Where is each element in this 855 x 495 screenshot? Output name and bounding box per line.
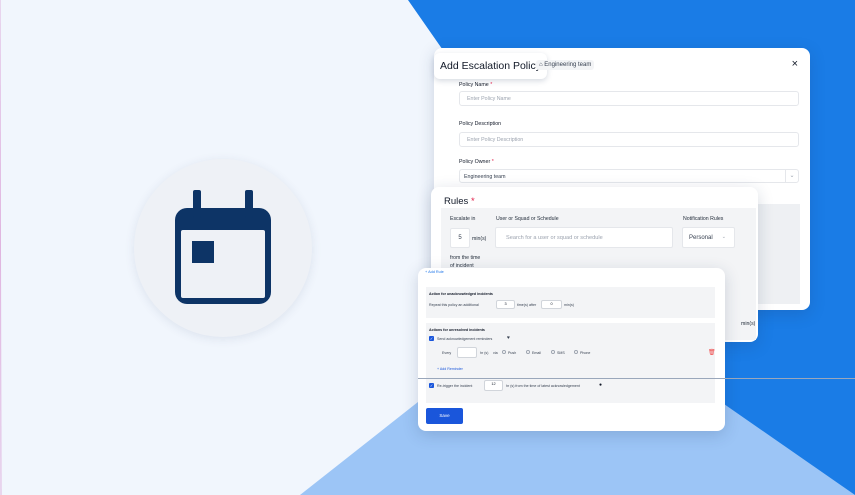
escalate-unit: min(s) <box>472 236 487 242</box>
target-search-input[interactable]: Search for a user or squad or schedule <box>495 227 673 248</box>
retrigger-checkbox[interactable]: ✓ <box>429 383 434 388</box>
chevron-down-icon: ⌄ <box>785 170 798 182</box>
partial-unit: min(s) <box>741 321 756 327</box>
divider-line <box>418 378 855 379</box>
unresolved-section: Actions for unresolved incidents ✓ Send … <box>426 323 716 403</box>
unresolved-title: Actions for unresolved incidents <box>429 328 485 332</box>
channel-push-radio[interactable] <box>502 350 506 354</box>
every-label: Every <box>442 351 452 355</box>
info-icon: ● <box>599 382 603 388</box>
minutes-input[interactable]: 0 <box>541 300 562 309</box>
chevron-down-icon: ⌄ <box>721 234 726 240</box>
escalate-in-input[interactable]: 5 <box>450 228 470 248</box>
policy-description-label: Policy Description <box>459 121 502 127</box>
heart-icon: ♥ <box>507 335 510 341</box>
rules-background-panel <box>757 204 800 304</box>
add-reminder-link[interactable]: + Add Reminder <box>437 367 463 371</box>
calendar-badge <box>134 159 312 337</box>
notification-rules-label: Notification Rules <box>683 216 724 222</box>
trash-icon[interactable]: 🗑 <box>708 349 716 356</box>
channel-push-label: Push <box>508 351 517 355</box>
policy-owner-value: Engineering team <box>464 174 506 180</box>
policy-owner-select[interactable]: Engineering team ⌄ <box>459 169 799 183</box>
required-marker: * <box>490 82 493 88</box>
retrigger-label: Re-trigger the incident <box>437 384 473 388</box>
actions-panel: + Add Rule Action for unacknowledged inc… <box>418 268 725 431</box>
via-label: via <box>493 351 498 355</box>
hr-unit: hr (s) <box>480 351 489 355</box>
required-marker: * <box>470 196 475 207</box>
save-button[interactable]: Save <box>426 408 463 424</box>
retrigger-input[interactable]: 12 <box>484 380 503 391</box>
unacknowledged-section: Action for unacknowledged incidents Repe… <box>426 287 715 318</box>
send-reminders-checkbox[interactable]: ✓ <box>429 336 434 341</box>
mins-label: min(s) <box>564 303 574 307</box>
policy-name-label: Policy Name * <box>459 82 492 88</box>
calendar-icon <box>175 190 271 304</box>
close-icon[interactable]: × <box>792 58 798 70</box>
channel-email-radio[interactable] <box>526 350 530 354</box>
team-tag-label: Engineering team <box>544 62 592 68</box>
repeat-text: Repeat this policy an additional <box>429 303 479 307</box>
policy-owner-label: Policy Owner * <box>459 159 494 165</box>
required-marker: * <box>491 159 494 165</box>
repeat-count-input[interactable]: 3 <box>496 300 515 309</box>
from-time-line1: from the time <box>450 255 481 261</box>
policy-description-input[interactable]: Enter Policy Description <box>459 132 799 147</box>
channel-phone-radio[interactable] <box>574 350 578 354</box>
rules-title-text: Rules <box>444 196 469 207</box>
channel-email-label: Email <box>532 351 541 355</box>
policy-name-label-text: Policy Name <box>459 82 489 88</box>
every-input[interactable] <box>457 347 477 358</box>
times-after-label: time(s) after <box>517 303 537 307</box>
add-rule-link[interactable]: + Add Rule <box>425 270 444 274</box>
notification-rules-value: Personal <box>689 235 713 241</box>
notification-rules-select[interactable]: Personal ⌄ <box>682 227 735 248</box>
target-label: User or Squad or Schedule <box>496 216 559 222</box>
unack-title: Action for unacknowledged incidents <box>429 292 493 296</box>
dialog-title: Add Escalation Policy <box>434 53 547 79</box>
channel-phone-label: Phone <box>580 351 591 355</box>
channel-sms-radio[interactable] <box>551 350 555 354</box>
channel-sms-label: SMS <box>557 351 565 355</box>
rules-title: Rules * <box>444 196 475 207</box>
policy-owner-label-text: Policy Owner <box>459 159 491 165</box>
retrigger-suffix: hr (s) from the time of latest acknowled… <box>506 384 580 388</box>
escalate-in-label: Escalate in <box>450 216 476 222</box>
policy-name-input[interactable]: Enter Policy Name <box>459 91 799 106</box>
team-tag: ⌂ Engineering team <box>536 60 595 70</box>
send-reminders-label: Send acknowledgement reminders <box>437 337 493 341</box>
